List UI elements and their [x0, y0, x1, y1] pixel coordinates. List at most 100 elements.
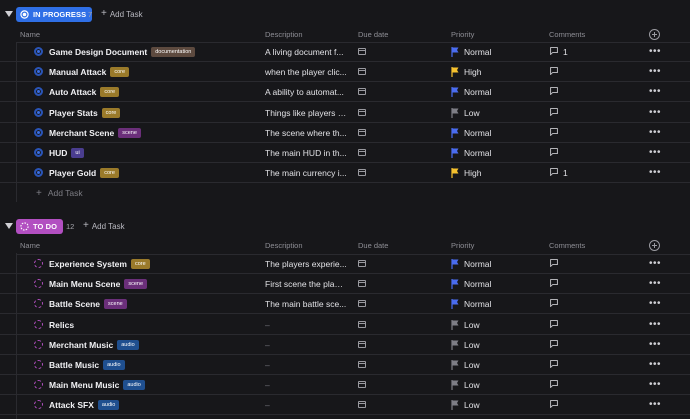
task-name[interactable]: Main Menu Music — [49, 380, 119, 390]
more-options-icon[interactable]: ••• — [649, 258, 661, 269]
add-task-button[interactable]: + Add Task — [83, 221, 125, 231]
status-icon[interactable] — [34, 380, 43, 390]
flag-icon[interactable] — [451, 67, 459, 78]
more-options-icon[interactable]: ••• — [649, 298, 661, 309]
column-comments[interactable]: Comments — [549, 241, 585, 250]
calendar-icon[interactable] — [358, 108, 366, 116]
tag-badge[interactable]: core — [100, 87, 120, 98]
column-due-date[interactable]: Due date — [358, 30, 388, 39]
add-task-row[interactable]: + Add Task — [36, 188, 83, 199]
status-icon[interactable] — [34, 67, 43, 77]
more-options-icon[interactable]: ••• — [649, 66, 661, 77]
task-row[interactable]: Battle Scene scene The main battle sce... N… — [0, 294, 690, 315]
calendar-icon[interactable] — [358, 169, 366, 177]
task-description[interactable]: A living document f... — [265, 47, 347, 57]
more-options-icon[interactable]: ••• — [649, 167, 661, 178]
status-icon[interactable] — [34, 299, 43, 309]
comment-icon[interactable] — [550, 319, 558, 328]
task-description[interactable]: The scene where th... — [265, 128, 347, 138]
flag-icon[interactable] — [451, 148, 459, 158]
flag-icon[interactable] — [451, 107, 459, 118]
flag-icon[interactable] — [451, 339, 459, 350]
tag-badge[interactable]: audio — [97, 400, 120, 411]
task-name[interactable]: Relics — [49, 320, 74, 330]
calendar-icon[interactable] — [358, 280, 366, 288]
calendar-icon[interactable] — [358, 320, 366, 328]
more-options-icon[interactable]: ••• — [649, 278, 661, 289]
flag-icon[interactable] — [451, 380, 459, 391]
task-row[interactable]: Auto Attack core A ability to automat... No… — [0, 82, 690, 103]
task-name[interactable]: Merchant Music — [49, 340, 113, 350]
task-row[interactable]: Relics – Low ••• — [0, 315, 690, 335]
status-icon[interactable] — [34, 47, 43, 56]
task-name[interactable]: Player Gold — [49, 168, 96, 178]
task-description[interactable]: The main HUD in th... — [265, 148, 347, 158]
comment-icon[interactable] — [550, 148, 558, 156]
task-name[interactable]: HUD — [49, 148, 67, 158]
task-description[interactable]: The main battle sce... — [265, 299, 347, 309]
tag-badge[interactable]: audio — [117, 339, 139, 350]
task-description[interactable]: A ability to automat... — [265, 87, 347, 97]
task-description[interactable]: – — [265, 380, 347, 390]
more-options-icon[interactable]: ••• — [649, 147, 661, 158]
flag-icon[interactable] — [451, 47, 459, 57]
comment-icon[interactable] — [550, 47, 558, 55]
flag-icon[interactable] — [451, 87, 459, 98]
more-options-icon[interactable]: ••• — [649, 127, 661, 138]
task-row[interactable]: Player Stats core Things like players a...… — [0, 103, 690, 123]
add-column-icon[interactable] — [649, 29, 660, 40]
task-name[interactable]: Manual Attack — [49, 67, 106, 77]
status-icon[interactable] — [34, 87, 43, 97]
comment-icon[interactable] — [550, 360, 558, 368]
task-description[interactable]: – — [265, 320, 347, 330]
priority-label[interactable]: Normal — [464, 128, 491, 138]
task-description[interactable]: The players experie... — [265, 259, 347, 269]
tag-badge[interactable]: core — [100, 168, 119, 179]
more-options-icon[interactable]: ••• — [649, 107, 661, 118]
task-row[interactable]: Merchant Scene scene The scene where th...… — [0, 123, 690, 143]
more-options-icon[interactable]: ••• — [649, 379, 661, 390]
add-column-icon[interactable] — [649, 240, 660, 251]
comment-icon[interactable] — [550, 339, 558, 348]
flag-icon[interactable] — [451, 279, 459, 290]
calendar-icon[interactable] — [358, 361, 366, 368]
tag-badge[interactable]: scene — [104, 299, 127, 310]
task-row[interactable]: Attack SFX audio – Low ••• — [0, 395, 690, 416]
comment-icon[interactable] — [550, 380, 558, 389]
calendar-icon[interactable] — [358, 381, 366, 389]
priority-label[interactable]: Low — [464, 340, 480, 350]
status-icon[interactable] — [34, 107, 43, 117]
task-description[interactable]: First scene the playe... — [265, 279, 347, 289]
tag-badge[interactable]: scene — [118, 127, 141, 138]
comment-icon[interactable] — [550, 299, 558, 308]
status-badge-todo[interactable]: TO DO — [16, 218, 64, 234]
priority-label[interactable]: Low — [464, 380, 480, 390]
column-priority[interactable]: Priority — [451, 241, 474, 250]
comment-icon[interactable] — [550, 259, 558, 267]
status-icon[interactable] — [34, 279, 43, 289]
flag-icon[interactable] — [451, 299, 459, 310]
task-name[interactable]: Main Menu Scene — [49, 279, 120, 289]
column-description[interactable]: Description — [265, 241, 303, 250]
calendar-icon[interactable] — [358, 88, 366, 96]
more-options-icon[interactable]: ••• — [649, 319, 661, 330]
tag-badge[interactable]: audio — [103, 360, 125, 370]
priority-label[interactable]: Normal — [464, 87, 491, 97]
column-due-date[interactable]: Due date — [358, 241, 388, 250]
more-options-icon[interactable]: ••• — [649, 399, 661, 410]
flag-icon[interactable] — [451, 168, 459, 179]
task-name[interactable]: Merchant Scene — [49, 128, 114, 138]
comment-icon[interactable] — [550, 107, 558, 116]
comment-icon[interactable] — [550, 67, 558, 76]
caret-down-icon[interactable] — [5, 222, 13, 230]
comment-icon[interactable] — [550, 168, 558, 177]
more-options-icon[interactable]: ••• — [649, 86, 661, 97]
calendar-icon[interactable] — [358, 260, 366, 267]
priority-label[interactable]: Normal — [464, 299, 491, 309]
calendar-icon[interactable] — [358, 401, 366, 409]
task-name[interactable]: Attack SFX — [49, 400, 94, 410]
priority-label[interactable]: Normal — [464, 259, 491, 269]
column-priority[interactable]: Priority — [451, 30, 474, 39]
task-name[interactable]: Auto Attack — [49, 87, 96, 97]
task-description[interactable]: The main currency i... — [265, 168, 347, 178]
